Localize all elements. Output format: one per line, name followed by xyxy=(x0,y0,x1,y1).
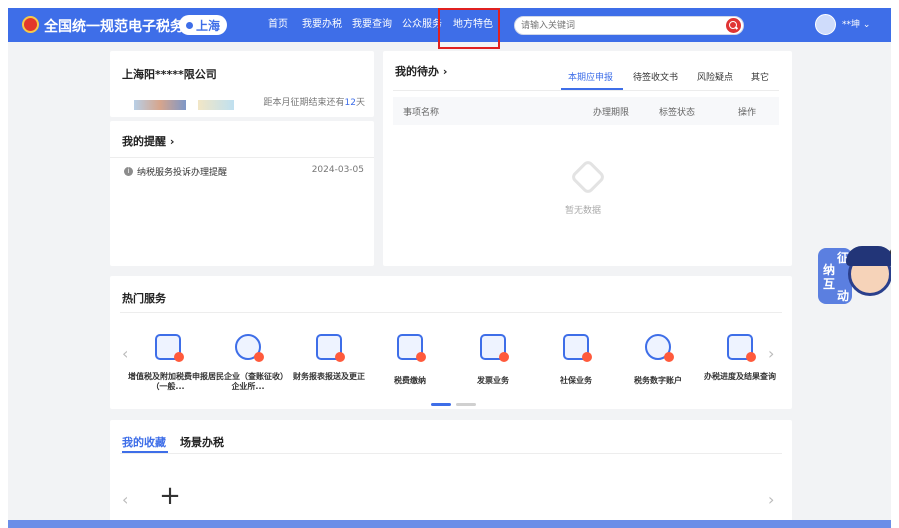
tab-other[interactable]: 其它 xyxy=(751,70,769,83)
close-icon[interactable] xyxy=(890,248,891,256)
service-label: 发票业务 xyxy=(477,376,509,385)
search-box xyxy=(514,16,744,35)
social-security-icon xyxy=(563,334,592,362)
carousel-dot-active[interactable] xyxy=(431,403,451,406)
nav-query[interactable]: 我要查询 xyxy=(352,8,392,42)
region-switcher[interactable]: 上海 xyxy=(179,15,227,35)
info-icon: i xyxy=(124,167,133,176)
report-icon xyxy=(316,334,345,362)
todo-table-header: 事项名称 办理期限 标签状态 操作 xyxy=(393,97,779,125)
column-header: 办理期限 xyxy=(593,108,630,118)
carousel-prev-icon[interactable]: ‹ xyxy=(122,346,128,362)
tab-scenario-tax[interactable]: 场景办税 xyxy=(180,434,224,450)
empty-box-icon xyxy=(569,158,607,196)
favorites-card: 我的收藏 场景办税 ‹ + › xyxy=(110,420,792,523)
nav-local-features-highlight-box xyxy=(438,8,500,49)
deadline-days: 12 xyxy=(344,98,356,108)
company-card: 上海阳*****限公司 距本月征期结束还有12天 xyxy=(110,51,374,117)
service-label: 税务数字账户 xyxy=(634,376,682,385)
hot-services-title: 热门服务 xyxy=(122,292,166,305)
service-label: 社保业务 xyxy=(560,376,592,385)
carousel-next-icon[interactable]: › xyxy=(768,492,774,508)
todo-card: 我的待办 › 本期应申报 待签收文书 风险疑点 其它 事项名称 办理期限 标签状… xyxy=(383,51,792,266)
service-label: 税费缴纳 xyxy=(394,376,426,385)
divider xyxy=(110,157,374,158)
tab-my-favorites[interactable]: 我的收藏 xyxy=(122,434,166,450)
service-label: 财务报表报送及更正 xyxy=(293,372,365,381)
column-header: 标签状态 xyxy=(659,108,696,118)
tab-documents-to-sign[interactable]: 待签收文书 xyxy=(633,70,678,83)
reminder-text: 纳税服务投诉办理提醒 xyxy=(137,168,228,178)
user-menu[interactable]: **坤 ⌄ xyxy=(842,8,870,42)
reminders-title[interactable]: 我的提醒 › xyxy=(122,133,174,149)
column-header: 操作 xyxy=(738,108,757,118)
divider xyxy=(120,312,782,313)
tab-current-filing[interactable]: 本期应申报 xyxy=(568,70,613,83)
nav-home[interactable]: 首页 xyxy=(268,8,288,42)
reminders-card: 我的提醒 › i 纳税服务投诉办理提醒 2024-03-05 xyxy=(110,121,374,266)
service-label: 办税进度及结果查询 xyxy=(704,372,776,381)
mascot-char: 动 xyxy=(836,289,849,303)
receipt-icon xyxy=(480,334,509,362)
tab-divider xyxy=(393,90,779,91)
search-icon[interactable] xyxy=(726,18,741,33)
tax-emblem-icon xyxy=(22,16,39,33)
masked-info-bar xyxy=(134,100,186,110)
active-tab-indicator xyxy=(122,451,168,453)
hot-services-card: 热门服务 ‹ › 增值税及附加税费申报（一般... 居民企业（查账征收）企业所.… xyxy=(110,276,792,409)
service-label: 居民企业（查账征收）企业所... xyxy=(208,372,288,391)
service-label: 增值税及附加税费申报（一般... xyxy=(128,372,208,391)
company-name: 上海阳*****限公司 xyxy=(122,68,217,81)
digital-account-icon xyxy=(645,334,674,362)
interaction-mascot[interactable]: 征 纳 互 动 xyxy=(818,240,891,310)
divider xyxy=(120,453,782,454)
enterprise-icon xyxy=(235,334,264,362)
reminder-date: 2024-03-05 xyxy=(311,165,364,175)
reminder-item[interactable]: i 纳税服务投诉办理提醒 2024-03-05 xyxy=(124,165,364,179)
invoice-icon xyxy=(155,334,184,362)
location-pin-icon xyxy=(185,21,193,29)
deadline-suffix: 天 xyxy=(355,98,365,108)
nav-do-tax[interactable]: 我要办税 xyxy=(302,8,342,42)
column-header: 事项名称 xyxy=(403,108,440,118)
mascot-char: 互 xyxy=(822,277,835,291)
payment-icon xyxy=(397,334,426,362)
bottom-bar xyxy=(8,520,891,528)
carousel-prev-icon[interactable]: ‹ xyxy=(122,492,128,508)
filing-deadline: 距本月征期结束还有12天 xyxy=(262,95,365,108)
carousel-next-icon[interactable]: › xyxy=(768,346,774,362)
region-label: 上海 xyxy=(195,18,220,33)
site-title[interactable]: 全国统一规范电子税务局 xyxy=(44,16,198,36)
masked-info-bar xyxy=(198,100,234,110)
active-tab-indicator xyxy=(561,88,623,90)
empty-state-text: 暂无数据 xyxy=(565,206,602,216)
tab-risk-points[interactable]: 风险疑点 xyxy=(697,70,733,83)
todo-title[interactable]: 我的待办 › xyxy=(395,63,447,79)
search-input[interactable] xyxy=(521,18,711,33)
deadline-prefix: 距本月征期结束还有 xyxy=(263,98,345,108)
user-avatar[interactable] xyxy=(815,14,836,35)
mascot-cap xyxy=(846,246,891,266)
progress-query-icon xyxy=(727,334,756,362)
carousel-dot[interactable] xyxy=(456,403,476,406)
nav-public-service[interactable]: 公众服务 xyxy=(402,8,442,42)
app-window: 全国统一规范电子税务局 上海 首页 我要办税 我要查询 公众服务 地方特色 **… xyxy=(8,8,891,523)
add-favorite-button[interactable]: + xyxy=(155,482,185,512)
